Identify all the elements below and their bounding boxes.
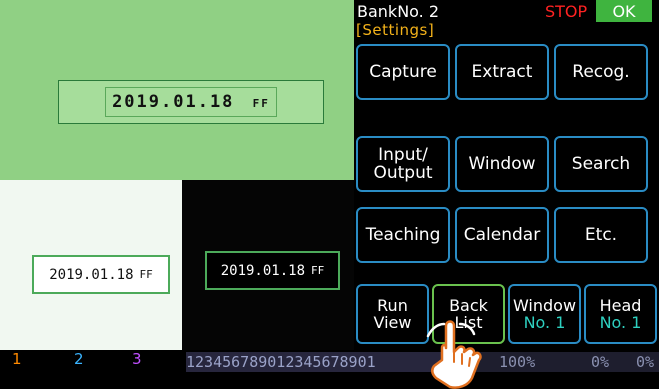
- sequence-display: 123456789012345678901: [186, 352, 446, 372]
- main-date-inner: 2019.01.18 FF: [105, 87, 277, 117]
- main-date-region: 2019.01.18 FF: [58, 80, 324, 124]
- hand-pointer-icon: [426, 320, 482, 389]
- teaching-button[interactable]: Teaching: [356, 207, 450, 263]
- window-button[interactable]: Window: [455, 136, 549, 192]
- main-date-suffix: FF: [252, 97, 270, 110]
- main-date-text: 2019.01.18: [112, 92, 235, 112]
- percent-b: 0%: [636, 353, 655, 371]
- percent-a: 0%: [591, 353, 610, 371]
- stop-status: STOP: [545, 2, 588, 21]
- left-date-text: 2019.01.18: [49, 266, 134, 283]
- status-1: 1: [12, 350, 22, 368]
- right-date-box: 2019.01.18 FF: [205, 251, 340, 290]
- window-no-label: Window: [512, 296, 577, 315]
- head-no-button[interactable]: Head No. 1: [584, 284, 657, 344]
- left-date-box: 2019.01.18 FF: [32, 255, 170, 294]
- camera-preview-main: 2019.01.18 FF: [0, 0, 354, 180]
- capture-button[interactable]: Capture: [356, 44, 450, 100]
- recog-button[interactable]: Recog.: [554, 44, 648, 100]
- search-button[interactable]: Search: [554, 136, 648, 192]
- status-3: 3: [132, 350, 142, 368]
- control-panel: BankNo. 2 [Settings] STOP OK Capture Ext…: [354, 0, 659, 350]
- right-date-text: 2019.01.18: [220, 262, 306, 279]
- extract-button[interactable]: Extract: [455, 44, 549, 100]
- percent-value: 100%: [499, 353, 536, 371]
- mode-label: [Settings]: [356, 21, 435, 39]
- window-no-value: No. 1: [523, 313, 566, 332]
- ok-status: OK: [596, 0, 652, 22]
- head-no-value: No. 1: [599, 313, 642, 332]
- head-no-label: Head: [599, 296, 642, 315]
- left-date-suffix: FF: [139, 268, 153, 281]
- status-2: 2: [74, 350, 84, 368]
- etc-button[interactable]: Etc.: [554, 207, 648, 263]
- window-no-button[interactable]: Window No. 1: [508, 284, 581, 344]
- bank-number: BankNo. 2: [357, 2, 440, 21]
- right-date-suffix: FF: [311, 264, 325, 277]
- input-output-button[interactable]: Input/ Output: [356, 136, 450, 192]
- calendar-button[interactable]: Calendar: [455, 207, 549, 263]
